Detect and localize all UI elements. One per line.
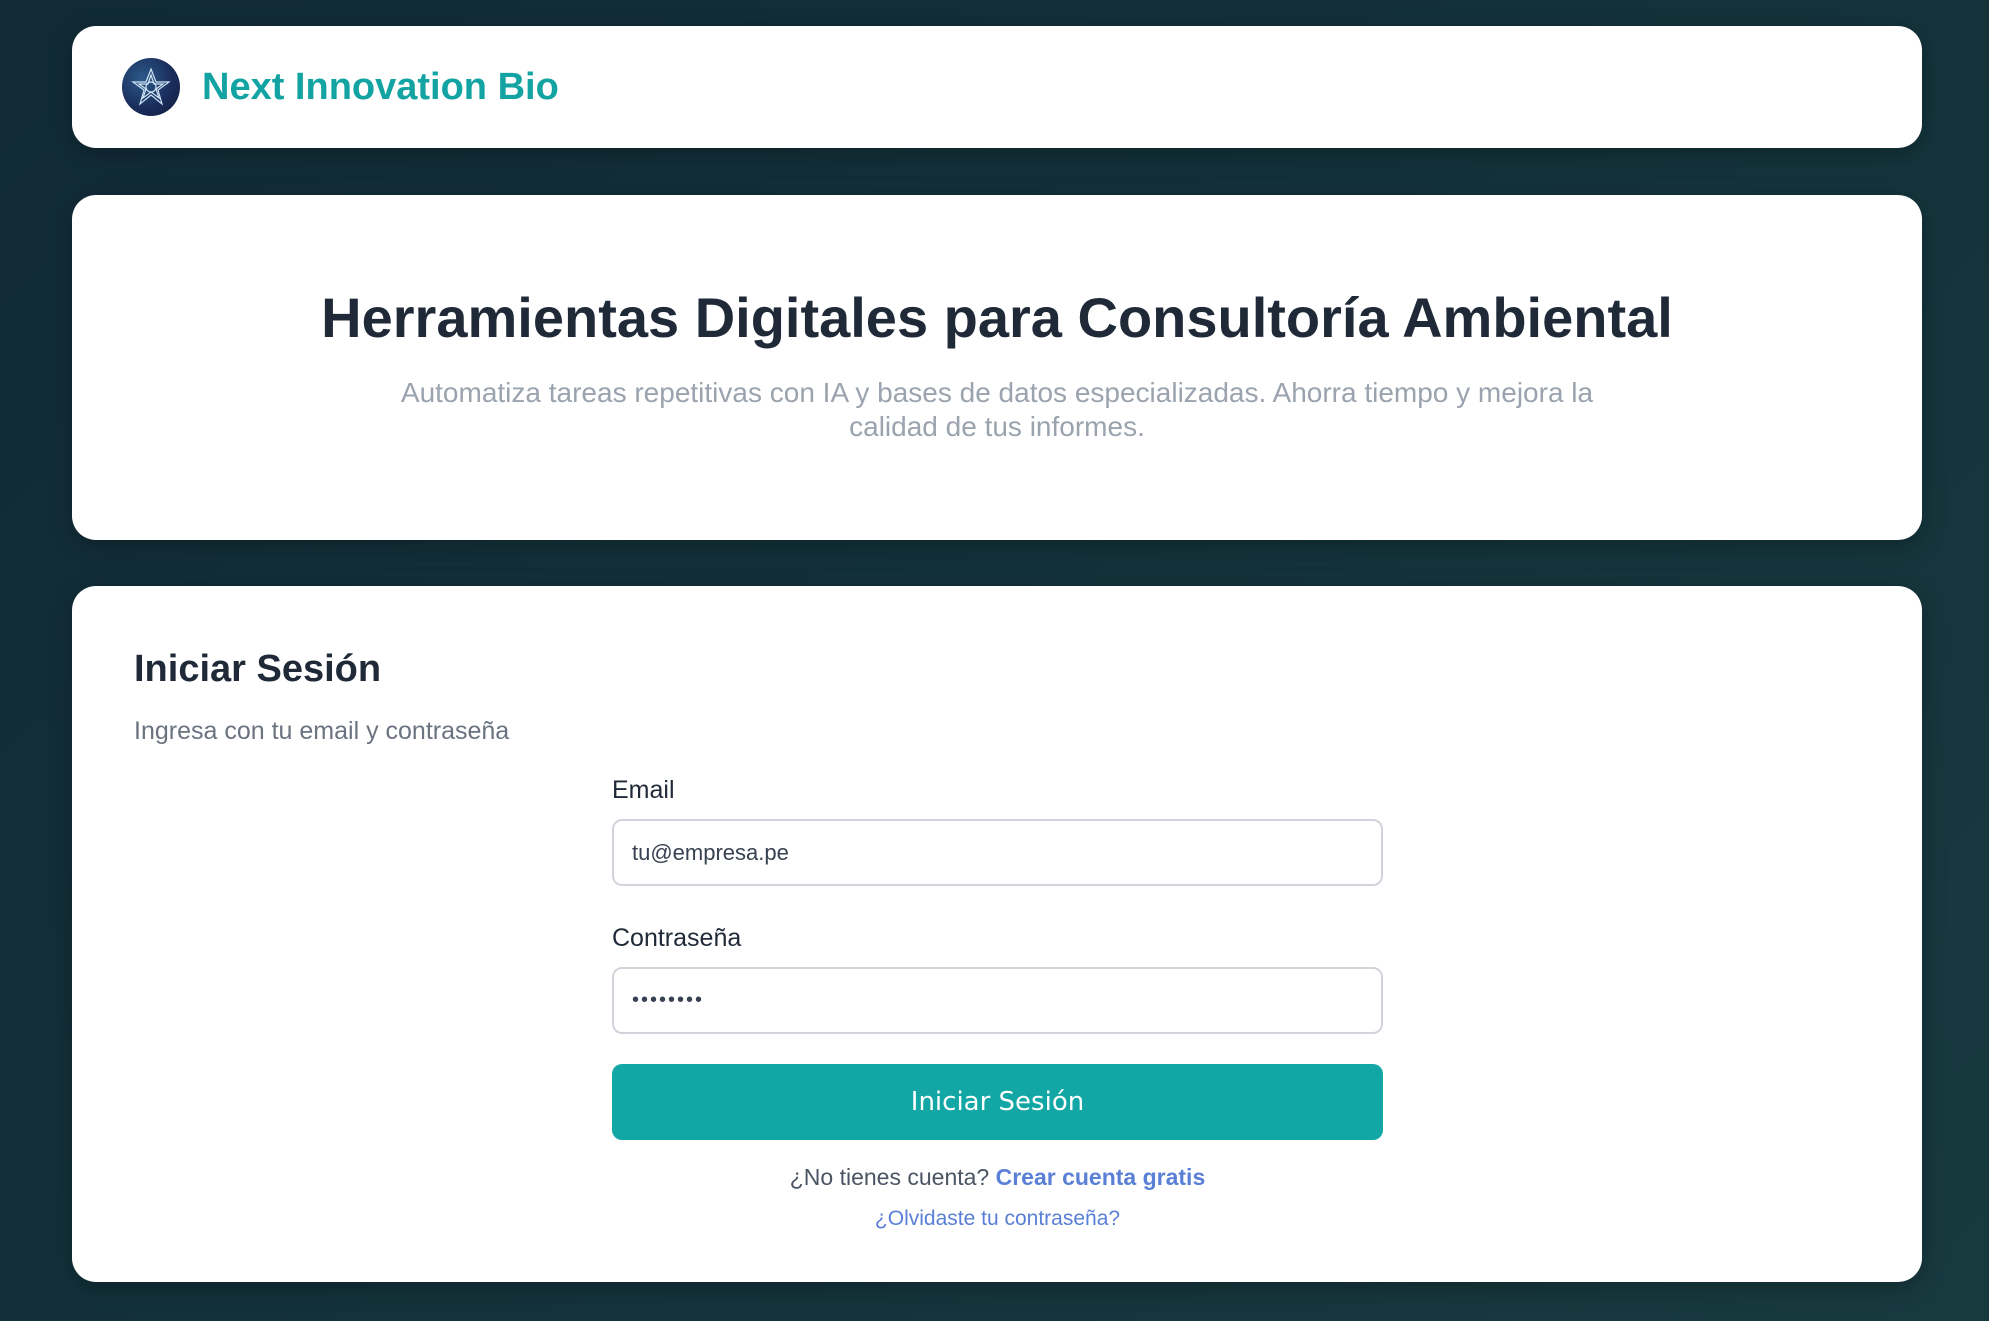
top-header: Next Innovation Bio [72,26,1922,148]
login-card: Iniciar Sesión Ingresa con tu email y co… [72,586,1922,1282]
email-label: Email [612,776,675,804]
hero-title: Herramientas Digitales para Consultoría … [321,286,1673,349]
login-subtitle: Ingresa con tu email y contraseña [134,717,510,745]
password-label: Contraseña [612,924,742,952]
password-field[interactable]: •••••••• [612,967,1383,1034]
login-title: Iniciar Sesión [134,648,382,690]
signup-link[interactable]: Crear cuenta gratis [996,1164,1206,1190]
forgot-row: ¿Olvidaste tu contraseña? [612,1207,1383,1231]
signup-row: ¿No tienes cuenta? Crear cuenta gratis [612,1164,1383,1191]
login-button[interactable]: Iniciar Sesión [612,1064,1383,1140]
forgot-password-link[interactable]: ¿Olvidaste tu contraseña? [875,1207,1120,1230]
login-form: Email tu@empresa.pe Contraseña •••••••• … [612,776,1383,1231]
email-field[interactable]: tu@empresa.pe [612,819,1383,886]
star-mandala-icon[interactable] [122,58,180,116]
brand-name[interactable]: Next Innovation Bio [202,66,559,109]
signup-prompt: ¿No tienes cuenta? [789,1164,996,1190]
hero-subtitle: Automatiza tareas repetitivas con IA y b… [400,377,1594,442]
hero-section: Herramientas Digitales para Consultoría … [72,195,1922,540]
